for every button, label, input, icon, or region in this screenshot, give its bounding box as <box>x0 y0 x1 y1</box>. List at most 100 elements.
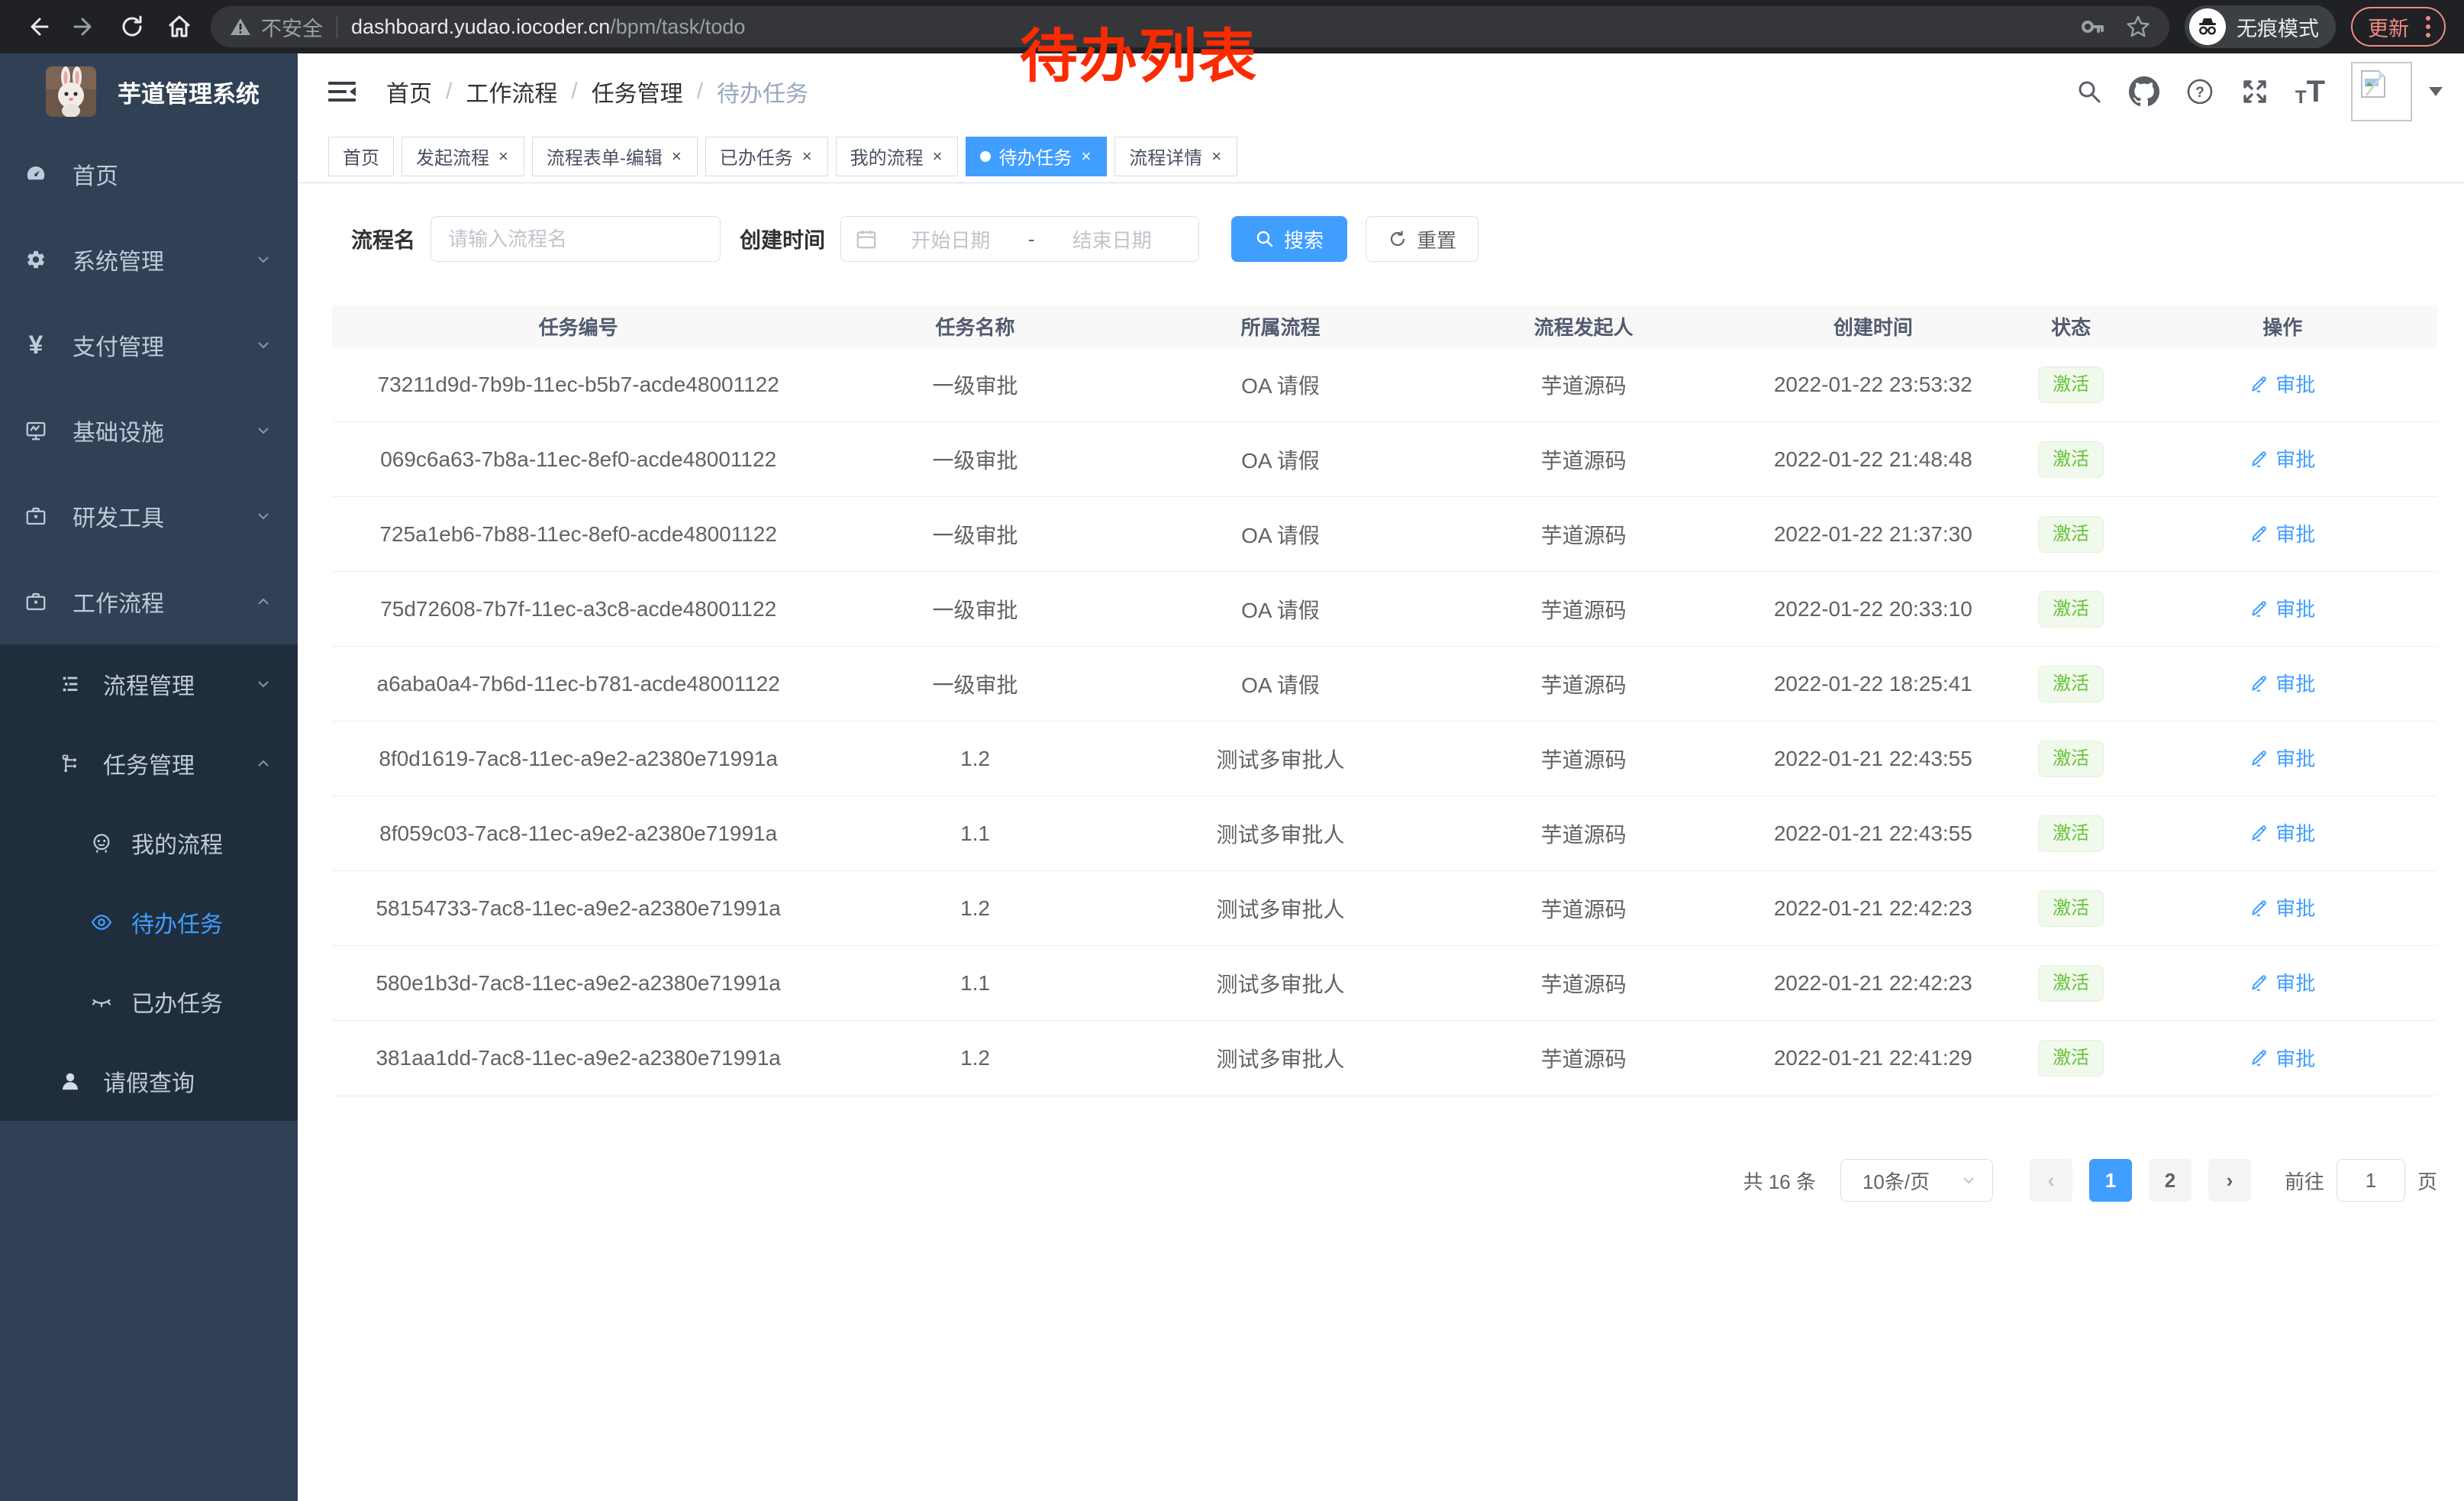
tab-label: 待办任务 <box>998 143 1072 169</box>
tab-6[interactable]: 流程详情× <box>1114 137 1237 176</box>
prev-page-button[interactable]: ‹ <box>2030 1159 2072 1202</box>
approve-link[interactable]: 审批 <box>2250 519 2315 547</box>
cell-process: OA 请假 <box>1126 669 1435 699</box>
sidebar-item-home[interactable]: 首页 <box>0 131 298 217</box>
help-icon[interactable]: ? <box>2185 77 2214 106</box>
warning-icon[interactable] <box>229 15 252 38</box>
approve-link[interactable]: 审批 <box>2250 968 2315 996</box>
status-badge: 激活 <box>2038 965 2104 1002</box>
gear-icon <box>24 249 47 270</box>
next-page-button[interactable]: › <box>2208 1159 2251 1202</box>
chevron-down-icon <box>1960 1172 1977 1189</box>
approve-link[interactable]: 审批 <box>2250 744 2315 772</box>
search-icon[interactable] <box>2075 78 2103 105</box>
approve-link[interactable]: 审批 <box>2250 594 2315 622</box>
approve-link[interactable]: 审批 <box>2250 370 2315 398</box>
menu-dots-icon[interactable] <box>2420 16 2437 37</box>
breadcrumb-task-mgmt[interactable]: 任务管理 <box>592 75 683 108</box>
breadcrumb-workflow[interactable]: 工作流程 <box>466 75 557 108</box>
page-button-2[interactable]: 2 <box>2149 1159 2191 1202</box>
cell-name: 1.2 <box>824 747 1125 771</box>
home-icon[interactable] <box>156 6 203 47</box>
search-button[interactable]: 搜索 <box>1231 216 1347 262</box>
avatar[interactable] <box>2351 62 2412 121</box>
breadcrumb: 首页 / 工作流程 / 任务管理 / 待办任务 <box>386 75 808 108</box>
yen-icon: ¥ <box>24 331 47 360</box>
back-icon[interactable] <box>14 6 61 47</box>
close-icon[interactable]: × <box>497 147 510 166</box>
sidebar-item-infra[interactable]: 基础设施 <box>0 388 298 473</box>
sidebar-item-done-tasks[interactable]: 已办任务 <box>0 962 298 1041</box>
approve-link[interactable]: 审批 <box>2250 669 2315 697</box>
approve-link[interactable]: 审批 <box>2250 1044 2315 1072</box>
sidebar-item-system[interactable]: 系统管理 <box>0 217 298 302</box>
approve-link[interactable]: 审批 <box>2250 818 2315 847</box>
sidebar-item-todo-tasks[interactable]: 待办任务 <box>0 883 298 962</box>
close-icon[interactable]: × <box>931 147 944 166</box>
sidebar-item-workflow[interactable]: 工作流程 <box>0 559 298 644</box>
cell-status: 激活 <box>2014 890 2128 927</box>
reset-button-label: 重置 <box>1417 225 1456 253</box>
tab-1[interactable]: 发起流程× <box>402 137 524 176</box>
sidebar-item-leave-query[interactable]: 请假查询 <box>0 1041 298 1121</box>
cell-starter: 芋道源码 <box>1435 370 1732 400</box>
goto-page-input[interactable] <box>2337 1159 2405 1202</box>
sidebar-item-label: 已办任务 <box>131 985 223 1018</box>
security-label[interactable]: 不安全 <box>261 12 323 42</box>
key-icon[interactable] <box>2079 14 2105 40</box>
close-icon[interactable]: × <box>1079 147 1092 166</box>
process-name-input[interactable] <box>431 216 721 262</box>
cell-name: 一级审批 <box>824 444 1125 475</box>
tab-2[interactable]: 流程表单-编辑× <box>532 137 698 176</box>
breadcrumb-home[interactable]: 首页 <box>386 75 432 108</box>
date-range-picker[interactable]: 开始日期 - 结束日期 <box>840 216 1199 262</box>
tab-label: 我的流程 <box>850 143 924 169</box>
sidebar-item-payment[interactable]: ¥ 支付管理 <box>0 302 298 388</box>
cell-actions: 审批 <box>2128 594 2437 624</box>
approve-link-label: 审批 <box>2275 519 2315 547</box>
page-button-1[interactable]: 1 <box>2089 1159 2132 1202</box>
cell-id: 725a1eb6-7b88-11ec-8ef0-acde48001122 <box>332 522 824 547</box>
tab-3[interactable]: 已办任务× <box>705 137 828 176</box>
approve-link[interactable]: 审批 <box>2250 893 2315 922</box>
sidebar-item-task-mgmt[interactable]: 任务管理 <box>0 724 298 803</box>
reset-button[interactable]: 重置 <box>1366 216 1479 262</box>
chevron-down-icon <box>255 676 272 692</box>
tab-4[interactable]: 我的流程 × <box>836 137 959 176</box>
tab-0[interactable]: 首页 <box>328 137 394 176</box>
cell-actions: 审批 <box>2128 370 2437 399</box>
close-icon[interactable]: × <box>801 147 814 166</box>
collapse-menu-icon[interactable] <box>325 77 359 106</box>
github-icon[interactable] <box>2129 76 2159 107</box>
goto-label: 前往 <box>2285 1167 2324 1195</box>
status-badge: 激活 <box>2038 890 2104 927</box>
cell-actions: 审批 <box>2128 1044 2437 1073</box>
update-button[interactable]: 更新 <box>2351 7 2446 47</box>
tab-5[interactable]: 待办任务 × <box>966 137 1107 176</box>
star-icon[interactable] <box>2125 14 2151 40</box>
sidebar-item-my-process[interactable]: 我的流程 <box>0 803 298 883</box>
end-date-placeholder[interactable]: 结束日期 <box>1039 225 1185 253</box>
approve-link[interactable]: 审批 <box>2250 444 2315 473</box>
app-logo-row[interactable]: 芋道管理系统 <box>0 53 298 130</box>
sidebar-item-process-mgmt[interactable]: 流程管理 <box>0 644 298 724</box>
reload-icon[interactable] <box>108 6 156 47</box>
close-icon[interactable]: × <box>1210 147 1223 166</box>
sidebar-item-label: 待办任务 <box>131 905 223 939</box>
cell-starter: 芋道源码 <box>1435 444 1732 475</box>
avatar-dropdown-caret-icon[interactable] <box>2429 87 2443 96</box>
forward-icon[interactable] <box>61 6 108 47</box>
page-size-select[interactable]: 10条/页 <box>1840 1159 1993 1202</box>
cell-process: OA 请假 <box>1126 519 1435 550</box>
url-path[interactable]: /bpm/task/todo <box>610 15 745 39</box>
table-row: 58154733-7ac8-11ec-a9e2-a2380e71991a1.2测… <box>332 871 2437 946</box>
start-date-placeholder[interactable]: 开始日期 <box>878 225 1024 253</box>
font-size-icon[interactable]: TT <box>2295 76 2325 107</box>
close-icon[interactable]: × <box>670 147 683 166</box>
process-name-label: 流程名 <box>351 224 415 254</box>
sidebar-item-devtools[interactable]: 研发工具 <box>0 473 298 559</box>
cell-name: 一级审批 <box>824 370 1125 400</box>
cell-actions: 审批 <box>2128 519 2437 549</box>
url-host[interactable]: dashboard.yudao.iocoder.cn <box>351 15 610 39</box>
fullscreen-icon[interactable] <box>2240 77 2269 106</box>
